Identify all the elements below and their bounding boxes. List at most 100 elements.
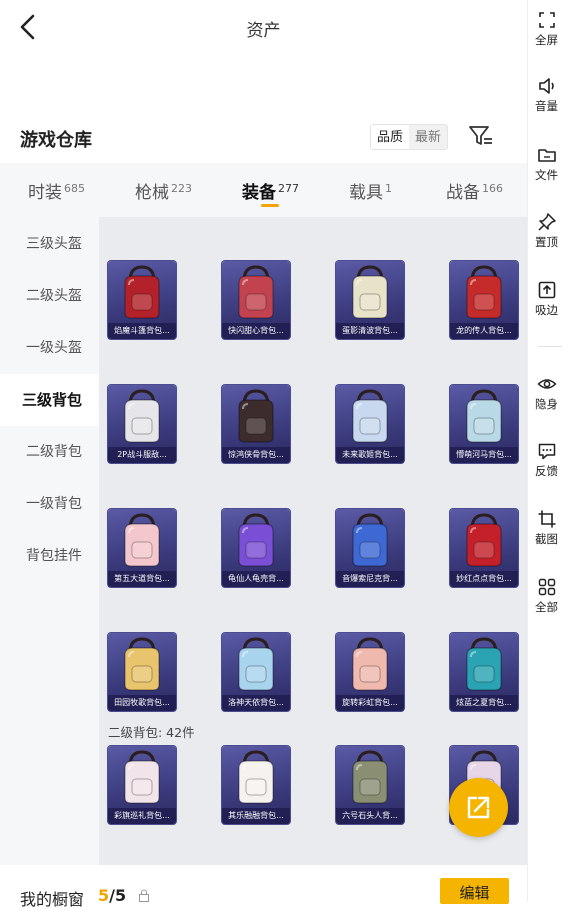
- page-title: 资产: [246, 21, 281, 41]
- item-name: 2P战斗服敌...: [108, 447, 176, 463]
- tab-guns[interactable]: 枪械 223: [135, 178, 192, 203]
- file-button[interactable]: 文件: [525, 145, 564, 183]
- tab-fashion[interactable]: 时装 685: [28, 178, 85, 203]
- tab-label: 装备: [242, 183, 276, 203]
- fullscreen-button[interactable]: 全屏: [525, 10, 564, 48]
- tab-count: 223: [171, 182, 192, 195]
- sort-quality-button[interactable]: 品质: [371, 125, 410, 149]
- item-card[interactable]: 六号石头人背...: [336, 746, 404, 824]
- item-name: 音爆索尼克背...: [336, 571, 404, 587]
- item-card[interactable]: 洛神天依背包...: [222, 633, 290, 711]
- item-card[interactable]: 第五大道背包...: [108, 509, 176, 587]
- subcategory-item[interactable]: 背包挂件: [0, 530, 99, 582]
- group-header: 二级背包: 42件: [108, 725, 195, 740]
- volume-button[interactable]: 音量: [525, 76, 564, 114]
- item-card[interactable]: 龙的传人背包...: [450, 261, 518, 339]
- showcase-bar: 我的橱窗 5/5 编辑: [0, 865, 527, 909]
- item-name: 其乐融融背包...: [222, 808, 290, 824]
- item-card[interactable]: 彩旗巡礼背包...: [108, 746, 176, 824]
- dock-edge-icon: [538, 281, 555, 299]
- item-card[interactable]: 惊鸿侠骨背包...: [222, 385, 290, 463]
- backpack-icon: [466, 637, 502, 691]
- item-card[interactable]: 蛋影清波背包...: [336, 261, 404, 339]
- toolbar-label: 音量: [535, 99, 558, 113]
- tab-count: 166: [482, 182, 503, 195]
- subcategory-item[interactable]: 二级头盔: [0, 270, 99, 322]
- backpack-icon: [238, 750, 274, 804]
- tab-label: 战备: [446, 183, 480, 203]
- toolbar-label: 全部: [535, 600, 558, 614]
- backpack-icon: [352, 513, 388, 567]
- item-card[interactable]: 炫蓝之夏背包...: [450, 633, 518, 711]
- item-name: 田园牧歌背包...: [108, 695, 176, 711]
- item-card[interactable]: 妙红点点背包...: [450, 509, 518, 587]
- showcase-count-total: /5: [109, 886, 127, 905]
- backpack-icon: [238, 265, 274, 319]
- toolbar-label: 文件: [535, 168, 558, 182]
- fullscreen-icon: [538, 12, 555, 28]
- item-name: 第五大道背包...: [108, 571, 176, 587]
- sort-newest-button[interactable]: 最新: [409, 125, 448, 149]
- item-card[interactable]: 懵萌河马背包...: [450, 385, 518, 463]
- item-name: 懵萌河马背包...: [450, 447, 518, 463]
- item-name: 蛋影清波背包...: [336, 323, 404, 339]
- floating-toolbar: 全屏 音量 文件 置顶 吸边 隐身 反馈 截图 全部: [527, 0, 564, 902]
- share-icon: [467, 796, 490, 819]
- toolbar-label: 吸边: [535, 303, 558, 317]
- tab-count: 685: [64, 182, 85, 195]
- category-tabs: 时装 685 枪械 223 装备 277 载具 1 战备 166: [0, 163, 527, 217]
- filter-button[interactable]: [468, 124, 494, 148]
- item-name: 龟仙人龟壳背...: [222, 571, 290, 587]
- subcategory-item[interactable]: 一级背包: [0, 478, 99, 530]
- dock-edge-button[interactable]: 吸边: [525, 280, 564, 318]
- item-card[interactable]: 旋转彩虹背包...: [336, 633, 404, 711]
- subcategory-item[interactable]: 二级背包: [0, 426, 99, 478]
- subcategory-item-active[interactable]: 三级背包: [0, 374, 99, 426]
- item-name: 彩旗巡礼背包...: [108, 808, 176, 824]
- item-card[interactable]: 龟仙人龟壳背...: [222, 509, 290, 587]
- screenshot-button[interactable]: 截图: [525, 509, 564, 547]
- item-grid: 二级背包: 42件 焰魔斗篷背包... 快闪甜心背包... 蛋影清波背包... 龙的传…: [99, 217, 527, 865]
- top-bar: 资产: [0, 0, 527, 56]
- pin-button[interactable]: 置顶: [525, 212, 564, 250]
- active-tab-indicator: [261, 204, 279, 207]
- sort-toggle: 品质 最新: [370, 124, 449, 150]
- volume-icon: [538, 78, 554, 94]
- item-card[interactable]: 其乐融融背包...: [222, 746, 290, 824]
- backpack-icon: [466, 265, 502, 319]
- tab-vehicles[interactable]: 载具 1: [349, 178, 392, 203]
- item-name: 惊鸿侠骨背包...: [222, 447, 290, 463]
- backpack-icon: [238, 637, 274, 691]
- subcategory-item[interactable]: 一级头盔: [0, 322, 99, 374]
- tab-label: 载具: [349, 183, 383, 203]
- item-card[interactable]: 焰魔斗篷背包...: [108, 261, 176, 339]
- tab-equipment[interactable]: 装备 277: [242, 178, 299, 203]
- backpack-icon: [124, 637, 160, 691]
- eye-icon: [536, 379, 557, 389]
- backpack-icon: [466, 513, 502, 567]
- showcase-count-current: 5: [98, 886, 110, 905]
- item-name: 龙的传人背包...: [450, 323, 518, 339]
- feedback-icon: [538, 443, 555, 460]
- item-card[interactable]: 田园牧歌背包...: [108, 633, 176, 711]
- section-title: 游戏仓库: [20, 130, 92, 151]
- item-card[interactable]: 未来歌姬背包...: [336, 385, 404, 463]
- toolbar-label: 隐身: [535, 397, 558, 411]
- feedback-button[interactable]: 反馈: [525, 441, 564, 479]
- tab-count: 1: [385, 182, 392, 195]
- edit-button[interactable]: 编辑: [440, 878, 509, 904]
- item-card[interactable]: 音爆索尼克背...: [336, 509, 404, 587]
- subcategory-item[interactable]: 三级头盔: [0, 218, 99, 270]
- backpack-icon: [352, 750, 388, 804]
- backpack-icon: [124, 513, 160, 567]
- toolbar-label: 置顶: [535, 235, 558, 249]
- toolbar-divider: [538, 346, 562, 347]
- tab-supplies[interactable]: 战备 166: [446, 178, 503, 203]
- item-card[interactable]: 快闪甜心背包...: [222, 261, 290, 339]
- crop-icon: [538, 510, 555, 528]
- item-card[interactable]: 2P战斗服敌...: [108, 385, 176, 463]
- all-button[interactable]: 全部: [525, 577, 564, 615]
- stealth-button[interactable]: 隐身: [525, 374, 564, 412]
- share-button[interactable]: [449, 778, 508, 837]
- backpack-icon: [352, 265, 388, 319]
